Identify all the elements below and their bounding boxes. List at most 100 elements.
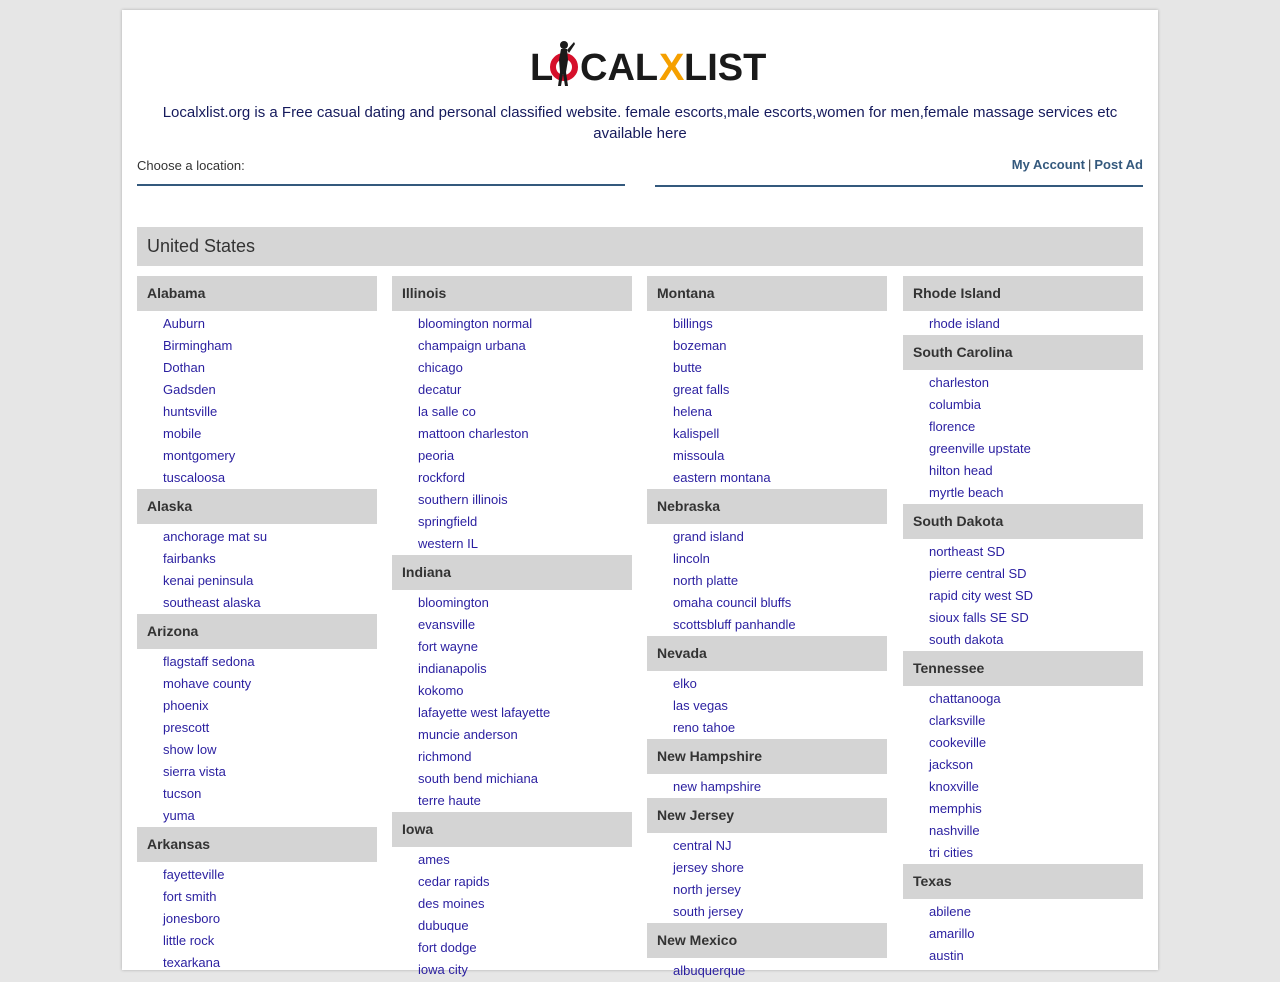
city-link[interactable]: billings	[673, 316, 713, 331]
city-link[interactable]: scottsbluff panhandle	[673, 617, 796, 632]
city-link[interactable]: north jersey	[673, 882, 741, 897]
city-link[interactable]: mattoon charleston	[418, 426, 529, 441]
city-link[interactable]: greenville upstate	[929, 441, 1031, 456]
city-link[interactable]: fayetteville	[163, 867, 224, 882]
city-link[interactable]: north platte	[673, 573, 738, 588]
city-link[interactable]: lafayette west lafayette	[418, 705, 550, 720]
city-link[interactable]: florence	[929, 419, 975, 434]
city-link[interactable]: des moines	[418, 896, 484, 911]
city-link[interactable]: new hampshire	[673, 779, 761, 794]
city-link[interactable]: peoria	[418, 448, 454, 463]
city-link[interactable]: albuquerque	[673, 963, 745, 978]
city-link[interactable]: fairbanks	[163, 551, 216, 566]
city-link[interactable]: chicago	[418, 360, 463, 375]
city-link[interactable]: jonesboro	[163, 911, 220, 926]
city-link[interactable]: fort smith	[163, 889, 216, 904]
city-link[interactable]: pierre central SD	[929, 566, 1027, 581]
city-link[interactable]: cookeville	[929, 735, 986, 750]
city-link[interactable]: sierra vista	[163, 764, 226, 779]
city-link[interactable]: south bend michiana	[418, 771, 538, 786]
city-link[interactable]: huntsville	[163, 404, 217, 419]
city-link[interactable]: eastern montana	[673, 470, 771, 485]
city-link[interactable]: kalispell	[673, 426, 719, 441]
city-link[interactable]: fort dodge	[418, 940, 477, 955]
city-link[interactable]: memphis	[929, 801, 982, 816]
city-link[interactable]: austin	[929, 948, 964, 963]
city-link[interactable]: chattanooga	[929, 691, 1001, 706]
city-link[interactable]: ames	[418, 852, 450, 867]
city-link[interactable]: show low	[163, 742, 216, 757]
city-link[interactable]: rockford	[418, 470, 465, 485]
city-link[interactable]: phoenix	[163, 698, 209, 713]
city-link[interactable]: rapid city west SD	[929, 588, 1033, 603]
city-link[interactable]: central NJ	[673, 838, 732, 853]
city-link[interactable]: mobile	[163, 426, 201, 441]
city-link[interactable]: indianapolis	[418, 661, 487, 676]
city-link[interactable]: springfield	[418, 514, 477, 529]
city-link[interactable]: tri cities	[929, 845, 973, 860]
city-link[interactable]: montgomery	[163, 448, 235, 463]
city-link[interactable]: columbia	[929, 397, 981, 412]
city-link[interactable]: kokomo	[418, 683, 464, 698]
site-logo[interactable]: L CAL X LIST	[528, 38, 768, 90]
city-link[interactable]: champaign urbana	[418, 338, 526, 353]
city-link[interactable]: southeast alaska	[163, 595, 261, 610]
city-link[interactable]: northeast SD	[929, 544, 1005, 559]
city-link[interactable]: Birmingham	[163, 338, 232, 353]
city-link[interactable]: kenai peninsula	[163, 573, 253, 588]
city-link[interactable]: bloomington	[418, 595, 489, 610]
city-link[interactable]: butte	[673, 360, 702, 375]
city-link[interactable]: south dakota	[929, 632, 1003, 647]
city-link[interactable]: reno tahoe	[673, 720, 735, 735]
city-link[interactable]: little rock	[163, 933, 214, 948]
city-link[interactable]: missoula	[673, 448, 724, 463]
city-link[interactable]: mohave county	[163, 676, 251, 691]
city-link[interactable]: Gadsden	[163, 382, 216, 397]
city-link[interactable]: richmond	[418, 749, 471, 764]
city-link[interactable]: amarillo	[929, 926, 975, 941]
city-link[interactable]: flagstaff sedona	[163, 654, 255, 669]
city-link[interactable]: lincoln	[673, 551, 710, 566]
city-link[interactable]: decatur	[418, 382, 461, 397]
city-link[interactable]: dubuque	[418, 918, 469, 933]
city-link[interactable]: texarkana	[163, 955, 220, 970]
city-link[interactable]: sioux falls SE SD	[929, 610, 1029, 625]
city-link[interactable]: clarksville	[929, 713, 985, 728]
city-link[interactable]: prescott	[163, 720, 209, 735]
city-link[interactable]: grand island	[673, 529, 744, 544]
city-link[interactable]: southern illinois	[418, 492, 508, 507]
city-link[interactable]: charleston	[929, 375, 989, 390]
city-link[interactable]: myrtle beach	[929, 485, 1003, 500]
my-account-link[interactable]: My Account	[1012, 157, 1085, 172]
city-link[interactable]: knoxville	[929, 779, 979, 794]
post-ad-link[interactable]: Post Ad	[1094, 157, 1143, 172]
city-link[interactable]: helena	[673, 404, 712, 419]
city-link[interactable]: jackson	[929, 757, 973, 772]
city-link[interactable]: las vegas	[673, 698, 728, 713]
city-link[interactable]: bloomington normal	[418, 316, 532, 331]
city-link[interactable]: yuma	[163, 808, 195, 823]
location-select-right[interactable]	[655, 185, 1143, 187]
city-link[interactable]: iowa city	[418, 962, 468, 977]
city-link[interactable]: Auburn	[163, 316, 205, 331]
city-link[interactable]: tucson	[163, 786, 201, 801]
city-link[interactable]: great falls	[673, 382, 729, 397]
city-link[interactable]: bozeman	[673, 338, 726, 353]
city-link[interactable]: cedar rapids	[418, 874, 490, 889]
city-link[interactable]: anchorage mat su	[163, 529, 267, 544]
city-link[interactable]: abilene	[929, 904, 971, 919]
city-link[interactable]: omaha council bluffs	[673, 595, 791, 610]
city-link[interactable]: Dothan	[163, 360, 205, 375]
location-select-left[interactable]	[137, 184, 625, 186]
city-link[interactable]: western IL	[418, 536, 478, 551]
city-link[interactable]: evansville	[418, 617, 475, 632]
city-link[interactable]: jersey shore	[673, 860, 744, 875]
city-link[interactable]: hilton head	[929, 463, 993, 478]
city-link[interactable]: elko	[673, 676, 697, 691]
city-link[interactable]: muncie anderson	[418, 727, 518, 742]
city-link[interactable]: la salle co	[418, 404, 476, 419]
city-link[interactable]: rhode island	[929, 316, 1000, 331]
city-link[interactable]: fort wayne	[418, 639, 478, 654]
city-link[interactable]: tuscaloosa	[163, 470, 225, 485]
city-link[interactable]: nashville	[929, 823, 980, 838]
